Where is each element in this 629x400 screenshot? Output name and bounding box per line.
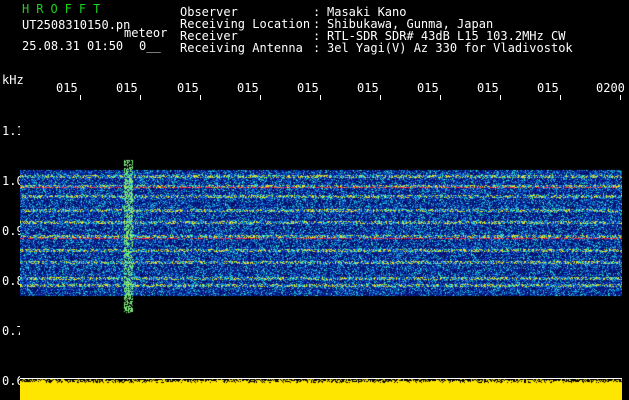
x-tick-label: 0200	[596, 81, 625, 95]
x-tick-label: 015	[537, 81, 559, 95]
x-tick-label: 015	[297, 81, 319, 95]
antenna-label: Receiving Antenna	[180, 41, 303, 55]
x-tick-label: 015	[237, 81, 259, 95]
noise-reference-line	[20, 378, 622, 379]
event-type-label: meteor	[124, 26, 168, 40]
datetime-label: 25.08.31 01:50	[22, 39, 124, 53]
y-axis-unit: kHz	[2, 73, 24, 87]
x-tick-label: 015	[116, 81, 138, 95]
colon: :	[313, 41, 321, 55]
x-tick-label: 015	[417, 81, 439, 95]
spectrogram	[20, 100, 622, 400]
antenna-value: 3el Yagi(V) Az 330 for Vladivostok	[327, 41, 573, 55]
x-tick-label: 015	[177, 81, 199, 95]
app-logo: HROFFT	[22, 2, 108, 16]
counter-label: 0__	[139, 39, 161, 53]
x-tick-label: 015	[56, 81, 78, 95]
x-tick-label: 015	[477, 81, 499, 95]
filename-label: UT2508310150.pn	[22, 18, 131, 32]
x-tick-label: 015	[357, 81, 379, 95]
hrofft-display: HROFFT UT2508310150.pn meteor 25.08.31 0…	[0, 0, 629, 400]
